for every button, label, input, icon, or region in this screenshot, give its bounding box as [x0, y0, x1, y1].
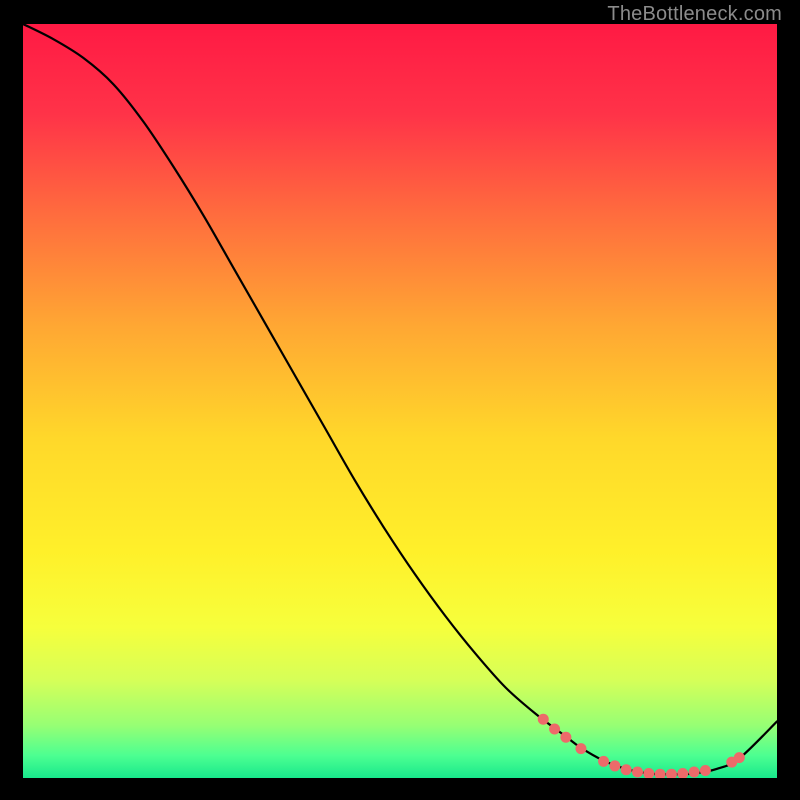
highlight-dot [560, 732, 571, 743]
highlight-dot [538, 714, 549, 725]
highlight-dot [632, 766, 643, 777]
highlight-dot [621, 764, 632, 775]
highlight-dot [700, 765, 711, 776]
highlight-dot [689, 766, 700, 777]
highlight-dot [598, 756, 609, 767]
watermark-text: TheBottleneck.com [607, 3, 782, 26]
highlight-dot [575, 743, 586, 754]
highlight-dot [549, 723, 560, 734]
gradient-background [23, 24, 777, 778]
chart-stage: TheBottleneck.com [0, 0, 800, 800]
highlight-dot [734, 752, 745, 763]
chart-svg [23, 24, 777, 778]
chart-plot [23, 24, 777, 778]
highlight-dot [609, 760, 620, 771]
